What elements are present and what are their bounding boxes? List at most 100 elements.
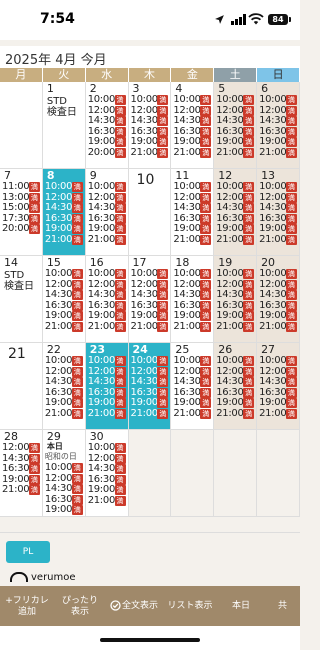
time-slot[interactable]: 14:30 — [131, 115, 159, 127]
day-cell-19[interactable]: 19 10:00 満 12:00 満 14:30 満 16:30 満 19:00 満 21:00 満 — [214, 256, 258, 342]
time-slot[interactable]: 14:30 — [88, 376, 116, 388]
time-slot[interactable]: 14:30 — [216, 289, 244, 301]
time-slot[interactable]: 20:00 — [2, 223, 30, 235]
day-cell-20[interactable]: 20 10:00 満 12:00 満 14:30 満 16:30 満 19:00 満 21:00 満 — [257, 256, 300, 342]
time-slot[interactable]: 14:30 — [259, 376, 287, 388]
time-slot[interactable]: 10:00 — [131, 355, 159, 367]
time-slot[interactable]: 19:00 — [131, 136, 159, 148]
day-cell-8[interactable]: 8 10:00 満 12:00 満 14:30 満 16:30 満 19:00 満 21:00 満 — [42, 169, 86, 255]
time-slot[interactable]: 10:00 — [259, 355, 287, 367]
time-slot[interactable]: 10:00 — [45, 268, 73, 280]
time-slot[interactable]: 21:00 — [88, 321, 116, 333]
time-slot[interactable]: 16:30 — [2, 463, 30, 475]
day-cell-12[interactable]: 12 10:00 満 12:00 満 14:30 満 16:30 満 19:00 満 21:00 満 — [214, 169, 258, 255]
time-slot[interactable]: 20:00 — [88, 147, 116, 159]
day-cell-1[interactable]: 1 STD 検査日 — [42, 82, 86, 168]
day-cell-30[interactable]: 30 10:00 満 12:00 満 14:30 満 16:30 満 19:00 満 21:00 満 — [85, 430, 129, 516]
time-slot[interactable]: 10:00 — [259, 268, 287, 280]
day-cell-15[interactable]: 15 10:00 満 12:00 満 14:30 満 16:30 満 19:00 満 21:00 満 — [42, 256, 86, 342]
day-cell-16[interactable]: 16 10:00 満 12:00 満 14:30 満 16:30 満 19:00 満 21:00 満 — [85, 256, 129, 342]
day-cell-11[interactable]: 11 10:00 満 12:00 満 14:30 満 16:30 満 19:00 満 21:00 満 — [171, 169, 215, 255]
time-slot[interactable]: 14:30 — [259, 289, 287, 301]
time-slot[interactable]: 14:30 — [259, 115, 287, 127]
time-slot[interactable]: 10:00 — [216, 355, 244, 367]
time-slot[interactable]: 11:00 — [2, 181, 30, 193]
time-slot[interactable]: 14:30 — [131, 289, 159, 301]
time-slot[interactable]: 14:30 — [88, 115, 116, 127]
time-slot[interactable]: 19:00 — [131, 397, 159, 409]
time-slot[interactable]: 10:00 — [45, 355, 73, 367]
day-cell-27[interactable]: 27 10:00 満 12:00 満 14:30 満 16:30 満 19:00 満 21:00 満 — [257, 343, 300, 429]
day-cell-14[interactable]: 14 STD 検査日 — [0, 256, 43, 342]
day-cell-7[interactable]: 7 11:00 満 13:00 満 15:00 満 17:30 満 20:00 満 — [0, 169, 43, 255]
time-slot[interactable]: 10:00 — [216, 94, 244, 106]
home-indicator[interactable] — [100, 638, 200, 642]
time-slot[interactable]: 14:30 — [131, 376, 159, 388]
day-cell-10[interactable]: 10 — [128, 169, 172, 255]
time-slot[interactable]: 15:00 — [2, 202, 30, 214]
time-slot[interactable]: 19:00 — [88, 310, 116, 322]
time-slot[interactable]: 19:00 — [216, 397, 244, 409]
day-cell-24[interactable]: 24 10:00 満 12:00 満 14:30 満 16:30 満 19:00 満 21:00 満 — [128, 343, 172, 429]
time-slot[interactable]: 21:00 — [259, 234, 287, 246]
time-slot[interactable]: 14:30 — [173, 115, 201, 127]
time-slot[interactable]: 19:00 — [45, 504, 73, 516]
time-slot[interactable]: 19:00 — [45, 223, 73, 235]
time-slot[interactable]: 21:00 — [45, 515, 73, 516]
time-slot[interactable]: 21:00 — [88, 408, 116, 420]
day-cell-28[interactable]: 28 12:00 満 14:30 満 16:30 満 19:00 満 21:00 満 — [0, 430, 43, 516]
time-slot[interactable]: 14:30 — [88, 463, 116, 475]
time-slot[interactable]: 10:00 — [88, 94, 116, 106]
time-slot[interactable]: 19:00 — [88, 484, 116, 496]
time-slot[interactable]: 10:00 — [45, 181, 73, 193]
time-slot[interactable]: 19:00 — [259, 136, 287, 148]
day-cell-22[interactable]: 22 10:00 満 12:00 満 14:30 満 16:30 満 19:00 満 21:00 満 — [42, 343, 86, 429]
day-cell-6[interactable]: 6 10:00 満 12:00 満 14:30 満 16:30 満 19:00 満 21:00 満 — [257, 82, 300, 168]
time-slot[interactable]: 19:00 — [173, 310, 201, 322]
day-cell-17[interactable]: 17 10:00 満 12:00 満 14:30 満 16:30 満 19:00 満 21:00 満 — [128, 256, 172, 342]
day-cell-21[interactable]: 21 — [0, 343, 43, 429]
time-slot[interactable]: 19:00 — [173, 136, 201, 148]
time-slot[interactable]: 10:00 — [216, 181, 244, 193]
time-slot[interactable]: 21:00 — [216, 321, 244, 333]
time-slot[interactable]: 19:00 — [88, 223, 116, 235]
time-slot[interactable]: 10:00 — [173, 94, 201, 106]
today-button[interactable]: 本日 — [226, 601, 256, 612]
add-freecal-button[interactable]: +フリカレ 追加 — [2, 596, 52, 618]
time-slot[interactable]: 21:00 — [259, 147, 287, 159]
share-button[interactable]: 共 — [278, 601, 300, 612]
time-slot[interactable]: 21:00 — [45, 321, 73, 333]
day-cell-25[interactable]: 25 10:00 満 12:00 満 14:30 満 16:30 満 19:00 満 21:00 満 — [171, 343, 215, 429]
time-slot[interactable]: 14:30 — [216, 376, 244, 388]
time-slot[interactable]: 19:00 — [88, 397, 116, 409]
time-slot[interactable]: 14:30 — [88, 289, 116, 301]
time-slot[interactable]: 10:00 — [173, 181, 201, 193]
day-cell-23[interactable]: 23 10:00 満 12:00 満 14:30 満 16:30 満 19:00 満 21:00 満 — [85, 343, 129, 429]
list-view-button[interactable]: リスト表示 — [162, 601, 218, 612]
time-slot[interactable]: 14:30 — [45, 483, 73, 495]
time-slot[interactable]: 21:00 — [259, 408, 287, 420]
time-slot[interactable]: 14:30 — [173, 202, 201, 214]
day-cell-2[interactable]: 2 10:00 満 12:00 満 14:30 満 16:30 満 19:00 満 20:00 満 — [85, 82, 129, 168]
time-slot[interactable]: 10:00 — [173, 268, 201, 280]
time-slot[interactable]: 14:30 — [173, 289, 201, 301]
time-slot[interactable]: 19:00 — [45, 310, 73, 322]
time-slot[interactable]: 21:00 — [216, 234, 244, 246]
time-slot[interactable]: 21:00 — [45, 408, 73, 420]
time-slot[interactable]: 21:00 — [216, 147, 244, 159]
day-cell-4[interactable]: 4 10:00 満 12:00 満 14:30 満 16:30 満 19:00 満 21:00 満 — [171, 82, 215, 168]
time-slot[interactable]: 21:00 — [259, 321, 287, 333]
time-slot[interactable]: 21:00 — [88, 495, 116, 507]
time-slot[interactable]: 21:00 — [216, 408, 244, 420]
time-slot[interactable]: 21:00 — [131, 321, 159, 333]
time-slot[interactable]: 19:00 — [173, 397, 201, 409]
time-slot[interactable]: 19:00 — [259, 310, 287, 322]
full-text-button[interactable]: 全文表示 — [118, 601, 162, 612]
time-slot[interactable]: 19:00 — [259, 397, 287, 409]
time-slot[interactable]: 21:00 — [173, 321, 201, 333]
fit-view-button[interactable]: ぴったり 表示 — [58, 596, 102, 618]
time-slot[interactable]: 10:00 — [45, 462, 73, 474]
day-cell-13[interactable]: 13 10:00 満 12:00 満 14:30 満 16:30 満 19:00 満 21:00 満 — [257, 169, 300, 255]
time-slot[interactable]: 10:00 — [259, 94, 287, 106]
time-slot[interactable]: 21:00 — [173, 147, 201, 159]
